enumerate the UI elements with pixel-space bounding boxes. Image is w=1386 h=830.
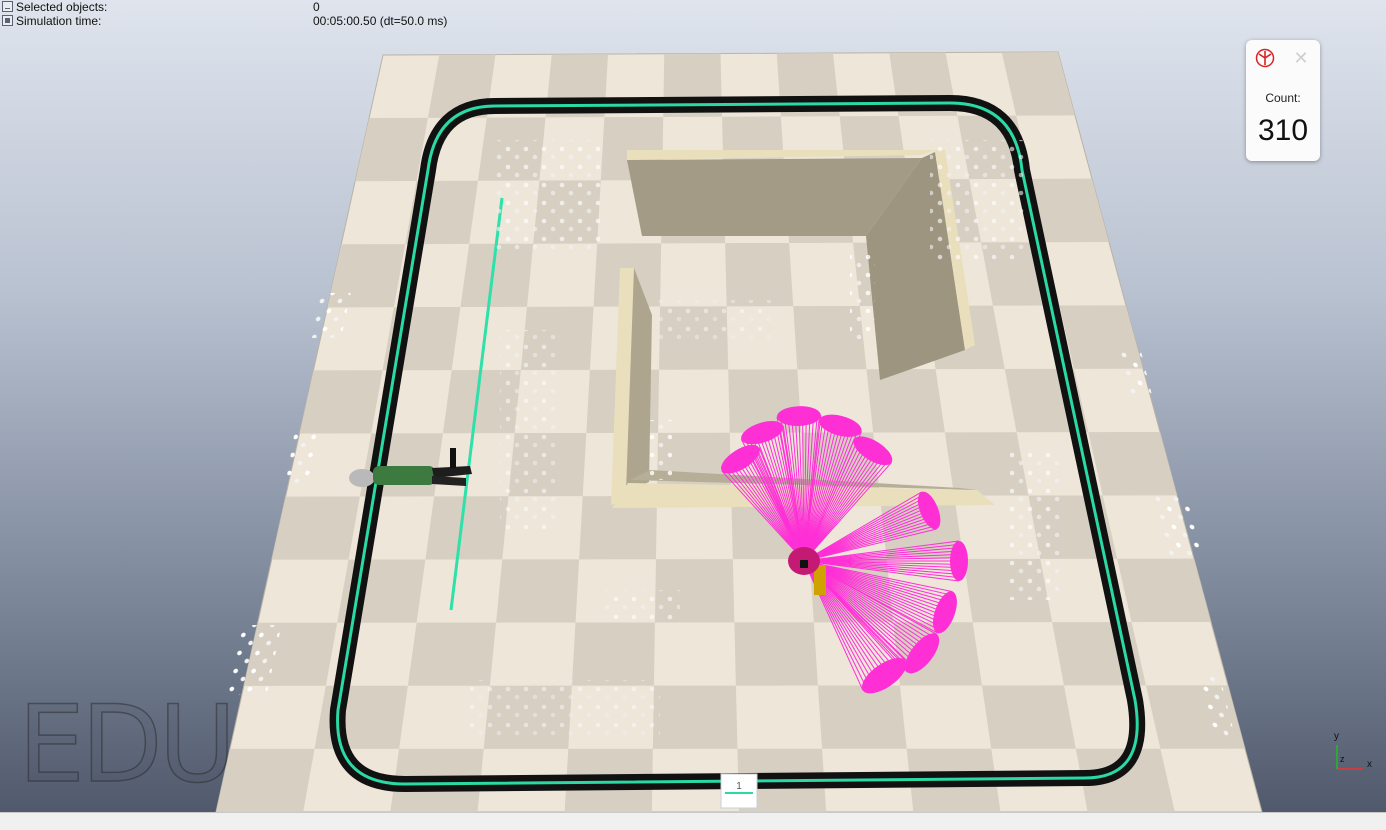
floor-tile — [1145, 685, 1245, 749]
floor-tile — [1088, 432, 1177, 496]
axis-x-label: x — [1367, 759, 1372, 770]
axis-gizmo: x y z — [1334, 731, 1372, 770]
axis-y-label: y — [1334, 731, 1339, 742]
counter-value: 310 — [1257, 114, 1309, 147]
sensor-ray-cap — [950, 541, 968, 581]
floor-tile — [725, 242, 794, 307]
floor-tile — [652, 685, 738, 749]
floor-tile — [981, 685, 1076, 749]
floor-tile — [425, 496, 509, 560]
selected-objects-value: 0 — [313, 0, 320, 14]
floor-tile — [355, 117, 428, 182]
floor-tile — [571, 622, 655, 686]
edu-watermark: EDU — [17, 683, 237, 806]
floor-tile — [271, 496, 360, 560]
simulation-time-label: Simulation time: — [16, 14, 102, 28]
floor-tile — [314, 685, 408, 749]
coppeliasim-logo-icon — [1255, 48, 1275, 68]
floor-tile — [299, 370, 383, 434]
selected-objects-label: Selected objects: — [16, 0, 108, 14]
simulation-time-value: 00:05:00.50 (dt=50.0 ms) — [313, 14, 448, 28]
3d-scene-viewport[interactable]: 1 Selected objects: 0 Simulation time: 0… — [0, 0, 1386, 830]
selected-objects-row: Selected objects: 0 — [2, 0, 320, 14]
collapse-toggle-icon[interactable] — [2, 1, 13, 12]
floor-tile — [817, 685, 907, 749]
floor-tile — [407, 622, 497, 686]
floor-tile — [734, 622, 818, 686]
simulation-time-row: Simulation time: 00:05:00.50 (dt=50.0 ms… — [2, 14, 447, 28]
start-marker-text: 1 — [736, 781, 742, 792]
status-strip — [0, 812, 1386, 830]
expand-toggle-icon[interactable] — [2, 15, 13, 26]
counter-label: Count: — [1265, 91, 1301, 105]
axis-z-label: z — [1340, 754, 1345, 764]
floor-tile — [460, 243, 534, 307]
counter-widget: ✕ Count: 310 — [1246, 40, 1320, 161]
floor-tile — [496, 559, 580, 623]
close-icon[interactable]: ✕ — [1292, 49, 1310, 67]
floor-tile — [866, 369, 945, 433]
